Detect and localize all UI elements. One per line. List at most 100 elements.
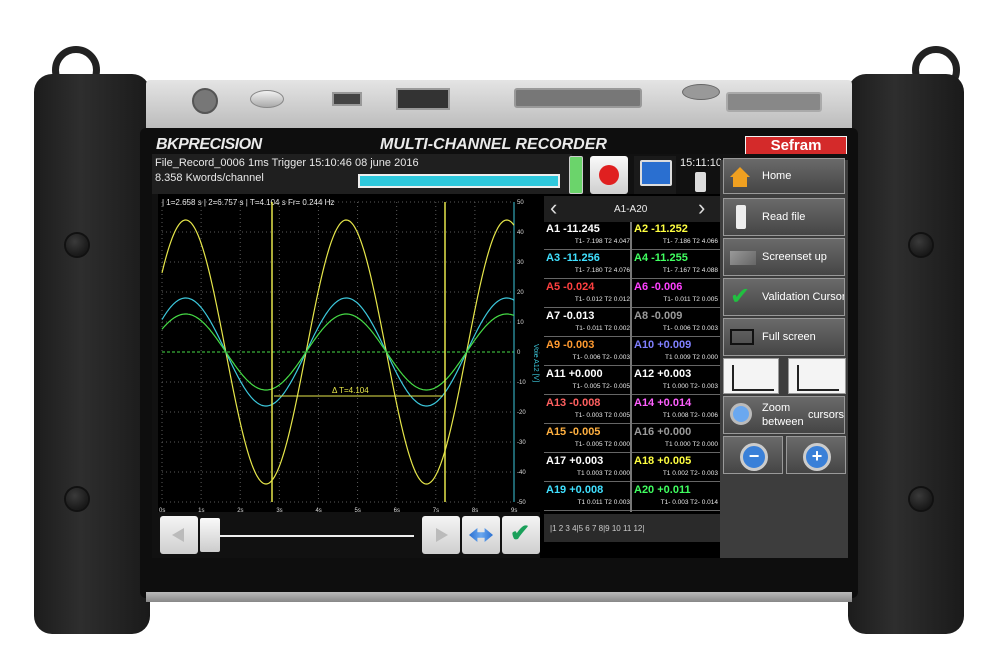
zoom-between-cursors-button[interactable]: Zoom between cursors: [723, 396, 845, 434]
channel-cursor-values: T1- 0.005 T2 0.000: [574, 441, 630, 448]
x-tick: 8s: [472, 508, 478, 514]
zoom-in-button[interactable]: +: [786, 436, 846, 474]
scroll-track[interactable]: [198, 516, 420, 554]
plot-grid: [161, 201, 515, 503]
channel-cursor-values: T1 0.011 T2 0.003: [577, 499, 630, 506]
curve-mode-2-button[interactable]: [788, 358, 846, 394]
x-tick: 3s: [276, 508, 282, 514]
channel-cell[interactable]: A14 +0.014 T1 0.008 T2- 0.006: [632, 396, 720, 424]
channel-cursor-values: T1- 0.012 T2 0.012: [574, 296, 630, 303]
screen-setup-button[interactable]: Screen set up: [723, 238, 845, 276]
channel-cursor-values: T1- 0.006 T2- 0.003: [572, 354, 630, 361]
x-tick: 7s: [433, 508, 439, 514]
ethernet-port: [396, 88, 450, 110]
channel-cell[interactable]: A3 -11.256 T1- 7.180 T2 4.076: [544, 251, 632, 279]
channel-cell[interactable]: A4 -11.255 T1- 7.167 T2 4.088: [632, 251, 720, 279]
zoom-out-button[interactable]: −: [723, 436, 783, 474]
channel-cell[interactable]: A12 +0.003 T1 0.000 T2- 0.003: [632, 367, 720, 395]
y-tick: 10: [517, 320, 524, 326]
validation-cursor-button[interactable]: ✔ Validation Cursorpages: [723, 278, 845, 316]
y-tick: -50: [517, 500, 526, 506]
chevron-right-icon[interactable]: ›: [698, 196, 705, 220]
curve-graph-icon-2: [797, 365, 839, 391]
record-button[interactable]: [590, 156, 628, 194]
channel-value: A17 +0.003: [546, 455, 604, 467]
channel-value: A6 -0.006: [634, 281, 683, 293]
channel-value: A18 +0.005: [634, 455, 692, 467]
zoom-out-icon: −: [740, 443, 768, 471]
power-button[interactable]: [250, 90, 284, 108]
channel-cell[interactable]: A8 -0.009 T1- 0.006 T2 0.003: [632, 309, 720, 337]
scroll-thumb[interactable]: [200, 518, 220, 552]
channel-cell[interactable]: A2 -11.252 T1- 7.186 T2 4.066: [632, 222, 720, 250]
scroll-left-button[interactable]: [160, 516, 198, 554]
channel-cell[interactable]: A10 +0.009 T1 0.009 T2 0.000: [632, 338, 720, 366]
bnc-connector: [682, 84, 720, 100]
y-tick: -10: [517, 380, 526, 386]
channel-cursor-values: T1- 7.167 T2 4.088: [662, 267, 718, 274]
channel-cell[interactable]: A19 +0.008 T1 0.011 T2 0.003: [544, 483, 632, 511]
channel-cell[interactable]: A11 +0.000 T1- 0.005 T2- 0.005: [544, 367, 632, 395]
y-tick: -20: [517, 410, 526, 416]
right-bottom-knob: [910, 488, 932, 510]
channel-cell[interactable]: A13 -0.008 T1- 0.003 T2 0.005: [544, 396, 632, 424]
magnifier-icon: [730, 403, 752, 425]
x-tick: 4s: [315, 508, 321, 514]
file-info: File_Record_0006 1ms Trigger 15:10:46 08…: [155, 157, 419, 169]
screen-setup-line-2: set up: [796, 251, 827, 263]
channel-cell[interactable]: A1 -11.245 T1- 7.198 T2 4.047: [544, 222, 632, 250]
clock: 15:11:10: [680, 157, 723, 169]
channel-cell[interactable]: A15 -0.005 T1- 0.005 T2 0.000: [544, 425, 632, 453]
serial-port: [726, 92, 822, 112]
double-arrow-icon: [469, 528, 493, 542]
zoom-line-2: cursors: [807, 409, 844, 421]
usb-stick-icon: [736, 205, 746, 229]
channel-cell[interactable]: A7 -0.013 T1- 0.011 T2 0.002: [544, 309, 632, 337]
expand-button[interactable]: [462, 516, 500, 554]
arrow-left-icon: [172, 528, 184, 542]
read-file-label: Read file: [762, 211, 806, 223]
channel-cursor-values: T1- 0.003 T2 0.005: [574, 412, 630, 419]
screenshot-button[interactable]: [634, 156, 676, 194]
chevron-left-icon[interactable]: ‹: [550, 196, 557, 220]
battery-icon: [569, 156, 583, 194]
channel-cursor-values: T1- 0.005 T2- 0.005: [572, 383, 630, 390]
power-connector: [192, 88, 218, 114]
channel-value: A15 -0.005: [546, 426, 601, 438]
channel-cell[interactable]: A20 +0.011 T1- 0.003 T2- 0.014: [632, 483, 720, 511]
full-screen-label: Full screen: [762, 331, 816, 343]
channel-pages-bar[interactable]: |1 2 3 4|5 6 7 8|9 10 11 12|: [544, 514, 720, 542]
channel-cell[interactable]: A18 +0.005 T1 0.002 T2- 0.003: [632, 454, 720, 482]
channel-value: A11 +0.000: [546, 368, 603, 380]
channel-cell[interactable]: A6 -0.006 T1- 0.011 T2 0.005: [632, 280, 720, 308]
channel-value: A16 +0.000: [634, 426, 692, 438]
validate-button[interactable]: ✔: [502, 516, 540, 554]
channel-cursor-values: T1- 7.180 T2 4.076: [574, 267, 630, 274]
channel-value: A14 +0.014: [634, 397, 692, 409]
channel-value: A10 +0.009: [634, 339, 692, 351]
home-button[interactable]: Home: [723, 158, 845, 194]
read-file-button[interactable]: Read file: [723, 198, 845, 236]
status-bar: File_Record_0006 1ms Trigger 15:10:46 08…: [152, 154, 572, 194]
channel-value: A3 -11.256: [546, 252, 600, 264]
green-check-icon: ✔: [730, 283, 751, 310]
scroll-right-button[interactable]: [422, 516, 460, 554]
channel-cell[interactable]: A5 -0.024 T1- 0.012 T2 0.012: [544, 280, 632, 308]
arrow-right-icon: [436, 528, 448, 542]
full-screen-button[interactable]: Full screen: [723, 318, 845, 356]
waveform-canvas: 0s 1s 2s 3s 4s 5s 6s 7s 8s 9s 50 40 30 20 10 0 -10 -20 -3…: [159, 200, 539, 514]
validation-line-1: Validation Cursor: [762, 291, 845, 303]
x-tick-labels: 0s 1s 2s 3s 4s 5s 6s 7s 8s 9s: [159, 508, 517, 514]
channel-cell[interactable]: A17 +0.003 T1 0.003 T2 0.000: [544, 454, 632, 482]
left-top-knob: [66, 234, 88, 256]
page-label: A1-A20: [614, 204, 648, 215]
y-tick-labels: 50 40 30 20 10 0 -10 -20 -30 -40 -50: [517, 200, 526, 506]
channel-cursor-values: T1- 0.011 T2 0.002: [575, 325, 630, 332]
y-tick: -40: [517, 470, 526, 476]
zoom-line-1: Zoom between: [762, 402, 804, 428]
curve-mode-1-button[interactable]: [723, 358, 779, 394]
channel-cursor-values: T1- 7.186 T2 4.066: [662, 238, 718, 245]
y-tick: 50: [517, 200, 524, 206]
channel-cell[interactable]: A9 -0.003 T1- 0.006 T2- 0.003: [544, 338, 632, 366]
channel-cell[interactable]: A16 +0.000 T1 0.000 T2 0.000: [632, 425, 720, 453]
